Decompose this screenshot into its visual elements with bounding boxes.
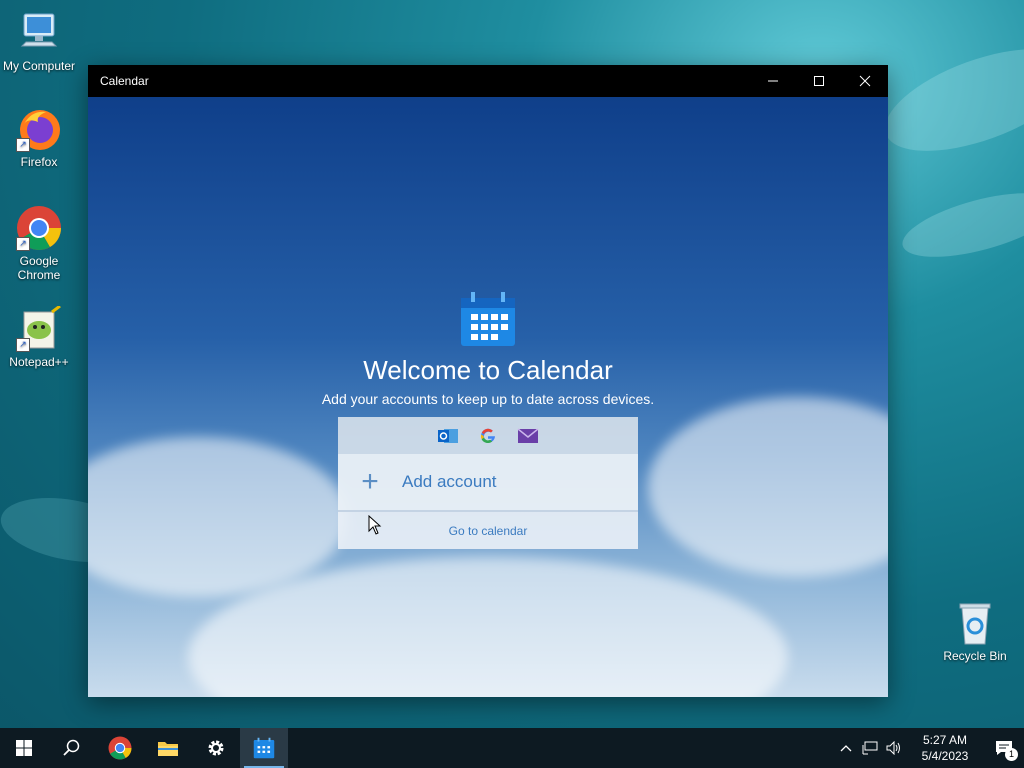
show-hidden-icons-button[interactable] — [834, 744, 858, 752]
shortcut-arrow-icon: ↗ — [16, 338, 30, 352]
go-to-calendar-label: Go to calendar — [448, 523, 528, 538]
plus-icon: + — [361, 465, 379, 498]
folder-icon — [158, 742, 178, 756]
add-account-button[interactable]: + Add account — [338, 454, 638, 512]
network-icon — [862, 741, 878, 755]
network-button[interactable] — [858, 741, 882, 755]
notepad-plus-plus-icon: ↗ — [16, 304, 62, 352]
desktop-icon-notepad-plus-plus[interactable]: ↗ Notepad++ — [1, 304, 77, 369]
taskbar: 5:27 AM 5/4/2023 1 — [0, 728, 1024, 768]
mouse-cursor-icon — [368, 514, 382, 540]
provider-icons-row — [338, 417, 638, 454]
volume-button[interactable] — [882, 741, 906, 755]
desktop-icon-google-chrome[interactable]: ↗ Google Chrome — [1, 205, 77, 282]
google-icon — [475, 423, 501, 449]
minimize-button[interactable] — [750, 65, 796, 97]
desktop-icon-my-computer[interactable]: My Computer — [1, 10, 77, 73]
window-title: Calendar — [100, 74, 149, 88]
shortcut-arrow-icon: ↗ — [16, 237, 30, 251]
wallpaper-wave — [872, 28, 1024, 172]
wallpaper-wave — [896, 180, 1024, 270]
shortcut-arrow-icon: ↗ — [16, 138, 30, 152]
desktop-icon-firefox[interactable]: ↗ Firefox — [1, 106, 77, 169]
search-button[interactable] — [48, 728, 96, 768]
taskbar-calendar-button[interactable] — [240, 728, 288, 768]
mail-icon — [515, 423, 541, 449]
close-button[interactable] — [842, 65, 888, 97]
cloud-decoration — [648, 397, 888, 577]
add-account-label: Add account — [402, 472, 497, 491]
volume-icon — [886, 741, 900, 755]
desktop-icon-recycle-bin[interactable]: Recycle Bin — [937, 600, 1013, 663]
welcome-subtitle: Add your accounts to keep up to date acr… — [321, 391, 655, 407]
chevron-up-icon — [840, 745, 852, 752]
account-card: + Add account Go to calendar — [338, 417, 638, 549]
clock-time: 5:27 AM — [922, 733, 968, 747]
system-tray: 5:27 AM 5/4/2023 1 — [834, 728, 1024, 768]
taskbar-clock[interactable]: 5:27 AM 5/4/2023 — [906, 732, 984, 764]
calendar-app-icon — [459, 290, 517, 348]
minimize-icon — [768, 80, 778, 82]
taskbar-settings-button[interactable] — [192, 728, 240, 768]
taskbar-chrome-button[interactable] — [96, 728, 144, 768]
welcome-heading: Welcome to Calendar — [363, 355, 613, 385]
action-center-button[interactable]: 1 — [984, 740, 1024, 761]
computer-icon — [16, 10, 62, 56]
start-button[interactable] — [0, 728, 48, 768]
maximize-icon — [814, 76, 824, 86]
title-bar[interactable]: Calendar — [88, 65, 888, 97]
maximize-button[interactable] — [796, 65, 842, 97]
go-to-calendar-button[interactable]: Go to calendar — [338, 512, 638, 549]
firefox-icon: ↗ — [16, 106, 62, 152]
windows-logo-icon — [16, 740, 32, 756]
clock-date: 5/4/2023 — [921, 749, 969, 763]
welcome-screen: Welcome to Calendar Add your accounts to… — [88, 97, 888, 697]
taskbar-file-explorer-button[interactable] — [144, 728, 192, 768]
recycle-bin-icon — [952, 600, 998, 646]
calendar-window: Calendar Welcome to Calendar Add your ac… — [88, 65, 888, 697]
close-icon — [859, 75, 871, 87]
notification-count-badge: 1 — [1005, 748, 1018, 761]
chrome-icon — [108, 736, 132, 760]
outlook-icon — [435, 423, 461, 449]
search-icon — [63, 739, 80, 756]
cloud-decoration — [88, 437, 348, 597]
calendar-icon — [253, 737, 275, 759]
chrome-icon: ↗ — [16, 205, 62, 251]
gear-icon — [208, 740, 224, 756]
